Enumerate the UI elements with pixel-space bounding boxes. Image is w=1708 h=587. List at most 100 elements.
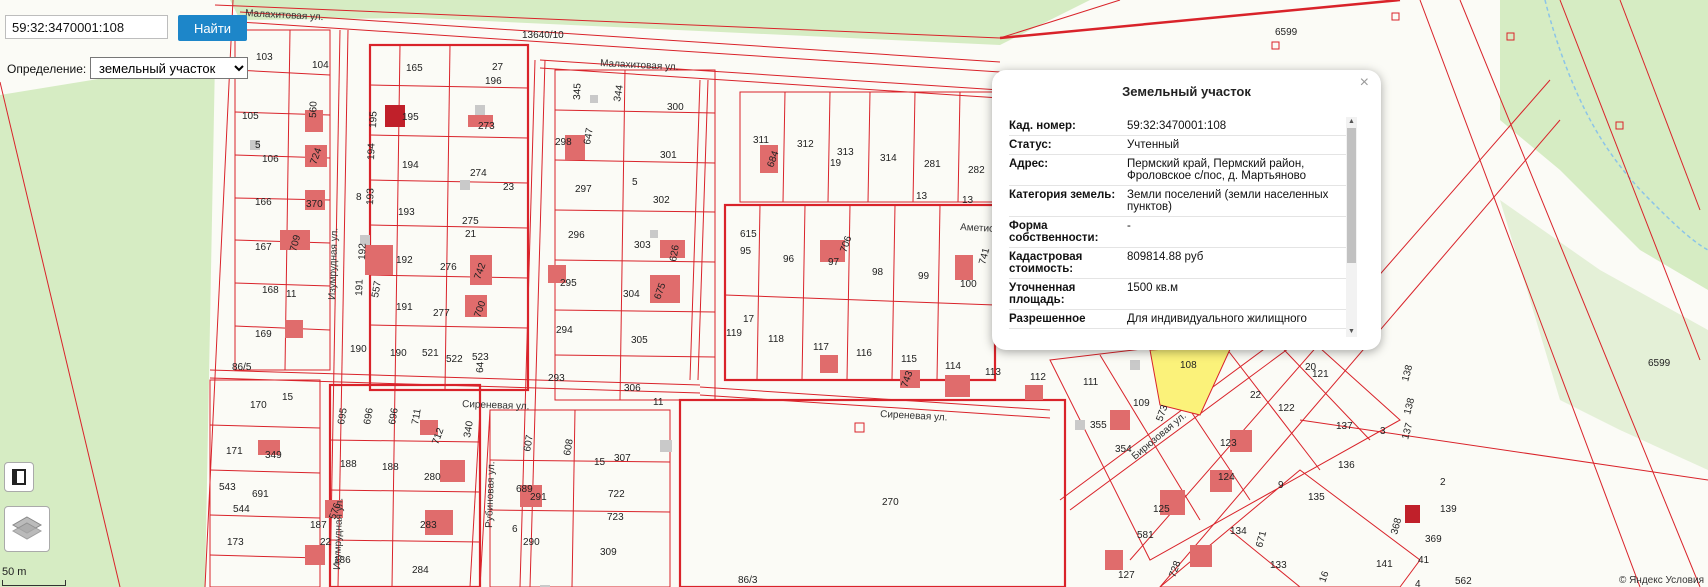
scroll-thumb[interactable] [1347,128,1356,263]
svg-text:124: 124 [1218,472,1235,483]
svg-text:562: 562 [1455,576,1472,587]
svg-text:280: 280 [424,472,441,483]
svg-text:187: 187 [310,520,327,531]
svg-text:188: 188 [382,462,399,473]
svg-text:22: 22 [320,537,332,548]
map-mode-button[interactable] [4,462,34,492]
attr-row: Адрес: Пермский край, Пермский район, Фр… [1009,155,1346,186]
street-label: Рубиновая ул. [483,461,497,528]
svg-text:301: 301 [660,150,677,161]
svg-text:544: 544 [233,504,250,515]
attr-row: Статус: Учтенный [1009,136,1346,155]
svg-text:114: 114 [945,361,961,372]
svg-text:5: 5 [255,140,261,151]
layers-button[interactable] [4,506,50,552]
svg-text:106: 106 [262,154,279,165]
attr-row: Форма собственности: - [1009,217,1346,248]
svg-text:195: 195 [368,111,380,128]
code-label: 13640/10 [522,30,564,41]
svg-text:167: 167 [255,242,272,253]
svg-text:118: 118 [768,334,784,345]
svg-text:13: 13 [962,195,974,206]
svg-text:190: 190 [390,348,407,359]
svg-text:296: 296 [568,230,585,241]
svg-text:15: 15 [282,392,294,403]
svg-text:119: 119 [726,328,742,339]
svg-text:522: 522 [446,354,463,365]
attr-key: Адрес: [1009,158,1049,170]
attr-key: Кад. номер: [1009,120,1076,132]
svg-text:5: 5 [632,177,638,188]
svg-text:166: 166 [255,197,272,208]
scroll-up-arrow-icon[interactable]: ▲ [1346,117,1357,127]
svg-text:41: 41 [1418,555,1430,566]
map-canvas[interactable]: Малахитовая ул. Малахитовая ул. Изумрудн… [0,0,1708,587]
svg-text:95: 95 [740,246,752,257]
svg-text:96: 96 [783,254,795,265]
scroll-down-arrow-icon[interactable]: ▼ [1346,327,1357,337]
svg-text:370: 370 [306,199,323,210]
svg-text:193: 193 [398,207,415,218]
svg-text:103: 103 [256,52,273,63]
svg-text:104: 104 [312,60,329,71]
svg-text:27: 27 [492,62,504,73]
attr-value: 809814.88 руб [1127,251,1204,263]
code-label: 86/3 [738,575,758,586]
attr-value: Учтенный [1127,139,1180,151]
svg-text:170: 170 [250,400,267,411]
attr-value: Для индивидуального жилищного [1127,313,1307,325]
svg-text:188: 188 [340,459,357,470]
find-button[interactable]: Найти [178,15,247,41]
map-mode-icon [12,469,26,485]
svg-text:122: 122 [1278,403,1295,414]
svg-text:196: 196 [485,76,502,87]
svg-text:135: 135 [1308,492,1325,503]
definition-select[interactable]: земельный участок [90,57,248,79]
svg-text:105: 105 [242,111,259,122]
popup-attributes-table: Кад. номер: 59:32:3470001:108 Статус: Уч… [1009,117,1346,337]
svg-text:302: 302 [653,195,670,206]
attr-key: Форма собственности: [1009,220,1099,244]
attr-value: - [1127,220,1131,232]
svg-text:191: 191 [354,279,366,296]
svg-text:98: 98 [872,267,884,278]
svg-text:141: 141 [1376,559,1393,570]
svg-text:349: 349 [265,450,282,461]
svg-text:171: 171 [226,446,243,457]
popup-title: Земельный участок [1122,84,1251,99]
svg-text:165: 165 [406,63,423,74]
svg-text:127: 127 [1118,570,1135,581]
popup-scrollbar[interactable]: ▲ ▼ [1346,117,1357,337]
attr-value: Пермский край, Пермский район, Фроловско… [1127,158,1307,182]
svg-text:3: 3 [1380,426,1386,437]
svg-text:173: 173 [227,537,244,548]
svg-text:276: 276 [440,262,457,273]
svg-text:192: 192 [357,243,369,260]
svg-text:125: 125 [1153,504,1170,515]
svg-text:297: 297 [575,184,592,195]
attr-value: 59:32:3470001:108 [1127,120,1227,132]
cadastral-search-input[interactable] [5,15,168,39]
street-label: Сиреневая ул. [462,399,530,412]
svg-text:303: 303 [634,240,651,251]
svg-text:691: 691 [252,489,269,500]
code-label: 86/5 [232,362,252,373]
scale-label: 50 m [2,566,27,578]
svg-text:22: 22 [1250,390,1262,401]
attr-key: Кадастровая стоимость: [1009,251,1083,275]
svg-text:194: 194 [366,143,378,160]
svg-text:186: 186 [334,555,351,566]
svg-text:275: 275 [462,216,479,227]
svg-text:615: 615 [740,229,757,240]
svg-text:294: 294 [556,325,573,336]
svg-text:560: 560 [308,101,320,118]
svg-text:11: 11 [653,397,664,408]
svg-text:139: 139 [1440,504,1457,515]
attr-row: Категория земель: Земли поселений (земли… [1009,186,1346,217]
svg-text:281: 281 [924,159,941,170]
svg-text:117: 117 [813,342,829,353]
svg-text:277: 277 [433,308,450,319]
svg-text:312: 312 [797,139,814,150]
attr-value: Земли поселений (земли населенных пункто… [1127,189,1329,213]
scale-bar [2,580,66,586]
